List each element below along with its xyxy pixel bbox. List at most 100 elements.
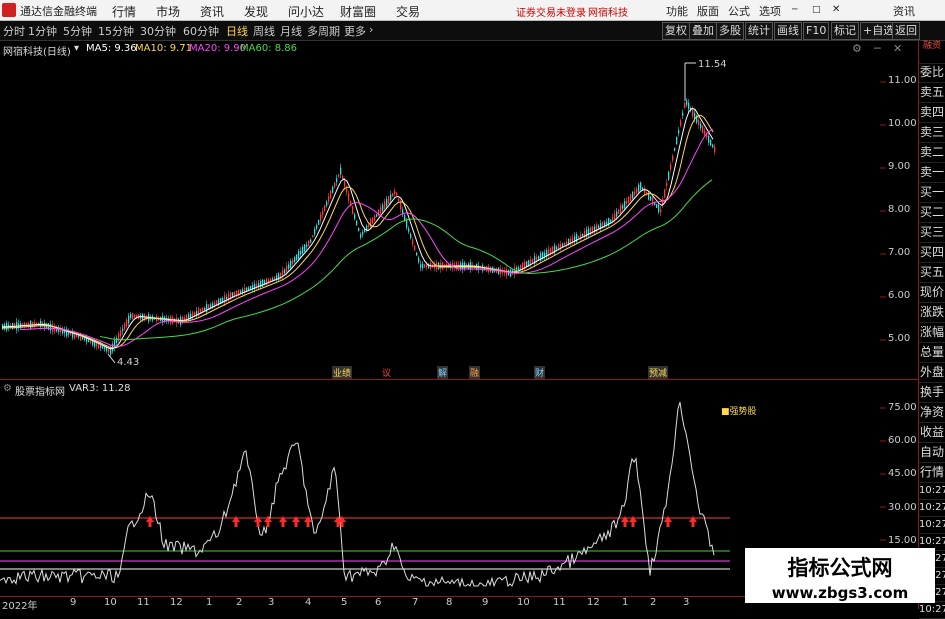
sidebar-item[interactable]: 买一	[919, 183, 945, 203]
sidebar-item[interactable]: 卖三	[919, 123, 945, 143]
sidebar-item[interactable]: 换手	[919, 383, 945, 403]
sidebar-item[interactable]: 买四	[919, 243, 945, 263]
candle-body	[418, 258, 420, 262]
period-tab-5min[interactable]: 5分钟	[63, 23, 92, 39]
menu-item-wealth[interactable]: 财富圈	[340, 3, 376, 20]
chevron-right-icon[interactable]: ›	[369, 23, 373, 36]
app-title: 通达信金融终端	[20, 5, 97, 18]
period-tab-60min[interactable]: 60分钟	[183, 23, 219, 39]
period-tab-monthly[interactable]: 月线	[280, 23, 302, 39]
login-account: 网宿科技	[588, 8, 628, 19]
candle-body	[396, 192, 398, 196]
menu-layout[interactable]: 版面	[697, 3, 719, 19]
candle-body	[636, 188, 638, 193]
candle-body	[424, 264, 426, 268]
period-tab-30min[interactable]: 30分钟	[140, 23, 176, 39]
candle-body	[682, 112, 684, 116]
candle-body	[660, 209, 662, 213]
candle-body	[134, 314, 136, 318]
stats-button[interactable]: 统计	[745, 22, 773, 40]
date-label: 10	[104, 597, 117, 608]
panel-close-icon[interactable]: ✕	[893, 42, 902, 55]
sidebar-item[interactable]: 净资	[919, 403, 945, 423]
indicator-label: 股票指标网	[15, 387, 65, 398]
overlay-button[interactable]: 叠加	[689, 22, 717, 40]
menu-function[interactable]: 功能	[666, 3, 688, 19]
sidebar-item[interactable]: 委比	[919, 63, 945, 83]
dropdown-icon[interactable]: ▾	[74, 43, 79, 54]
maximize-icon[interactable]: □	[812, 5, 821, 15]
period-tab-15min[interactable]: 15分钟	[98, 23, 134, 39]
candle-body	[346, 188, 348, 193]
price-chart[interactable]	[0, 41, 918, 379]
settings-icon[interactable]: ⚙	[852, 42, 862, 55]
sidebar-item[interactable]: 总量	[919, 343, 945, 363]
candle-body	[334, 182, 336, 188]
menu-formula[interactable]: 公式	[728, 3, 750, 19]
adjust-button[interactable]: 复权	[662, 22, 690, 40]
candle-body	[628, 196, 630, 204]
event-mark[interactable]: 解	[437, 366, 449, 379]
event-mark[interactable]: 预减	[648, 366, 669, 379]
period-tab-multi[interactable]: 多周期	[307, 23, 340, 39]
event-mark[interactable]: 业绩	[332, 366, 353, 379]
panel-min-icon[interactable]: ─	[874, 42, 881, 55]
sidebar-item[interactable]: 收益	[919, 423, 945, 443]
right-sidebar: 融资 委比 卖五 卖四 卖三 卖二 卖一 买一 买二 买三 买四 买五 现价 涨跌 涨幅 总量 外盘 换手 净资收…	[919, 41, 945, 619]
menu-item-discover[interactable]: 发现	[244, 3, 268, 20]
gear-icon[interactable]: ⚙	[3, 383, 12, 394]
candle-body	[678, 130, 680, 134]
sidebar-item[interactable]: 卖二	[919, 143, 945, 163]
period-tab-1min[interactable]: 1分钟	[28, 23, 57, 39]
candle-body	[310, 239, 312, 243]
period-tab-weekly[interactable]: 周线	[253, 23, 275, 39]
close-icon[interactable]: ✕	[832, 4, 840, 15]
f10-button[interactable]: F10	[803, 22, 830, 40]
indicator-tick: 75.00	[888, 402, 917, 413]
candle-body	[304, 244, 306, 252]
sidebar-item[interactable]: 现价	[919, 283, 945, 303]
back-button[interactable]: 返回	[892, 22, 920, 40]
candle-body	[580, 234, 582, 238]
menu-item-trade[interactable]: 交易	[396, 3, 420, 20]
sidebar-item[interactable]: 买二	[919, 203, 945, 223]
menu-item-ask[interactable]: 问小达	[288, 3, 324, 20]
sidebar-item[interactable]: 涨跌	[919, 303, 945, 323]
event-mark[interactable]: 议	[382, 366, 391, 379]
menu-item-market[interactable]: 行情	[112, 3, 136, 20]
minimize-icon[interactable]: ─	[792, 5, 797, 15]
sidebar-item[interactable]: 买五	[919, 263, 945, 283]
candle-body	[308, 240, 310, 247]
period-tab-daily[interactable]: 日线	[226, 23, 248, 39]
period-tab-more[interactable]: 更多	[344, 23, 366, 39]
menu-item-markets[interactable]: 市场	[156, 3, 180, 20]
candle-body	[126, 319, 128, 327]
period-tab-timeshare[interactable]: 分时	[3, 23, 25, 39]
sidebar-item[interactable]: 卖四	[919, 103, 945, 123]
candle-body	[348, 193, 350, 201]
sidebar-item[interactable]: 涨幅	[919, 323, 945, 343]
sidebar-top-label[interactable]: 融资	[919, 41, 945, 64]
login-notice[interactable]: 证券交易未登录	[516, 4, 586, 19]
sidebar-market[interactable]: 行情	[919, 463, 945, 483]
menu-item-news[interactable]: 资讯	[200, 3, 224, 20]
draw-line-button[interactable]: 画线	[774, 22, 802, 40]
candle-body	[610, 219, 612, 223]
menu-info[interactable]: 资讯	[893, 3, 915, 19]
ma20-label: MA20: 9.90	[189, 43, 247, 54]
multi-stock-button[interactable]: 多股	[716, 22, 744, 40]
mark-button[interactable]: 标记	[831, 22, 859, 40]
sidebar-item[interactable]: 卖一	[919, 163, 945, 183]
sidebar-item[interactable]: 外盘	[919, 363, 945, 383]
event-mark[interactable]: 财	[534, 366, 546, 379]
candle-body	[248, 287, 250, 291]
price-tick: 6.00	[888, 290, 911, 301]
sidebar-auto[interactable]: 自动	[919, 443, 945, 463]
sidebar-item[interactable]: 买三	[919, 223, 945, 243]
low-marker	[107, 353, 116, 364]
candle-body	[302, 247, 304, 254]
sidebar-item[interactable]: 卖五	[919, 83, 945, 103]
candle-body	[332, 186, 334, 193]
event-mark[interactable]: 融	[469, 366, 481, 379]
menu-options[interactable]: 选项	[759, 3, 781, 19]
